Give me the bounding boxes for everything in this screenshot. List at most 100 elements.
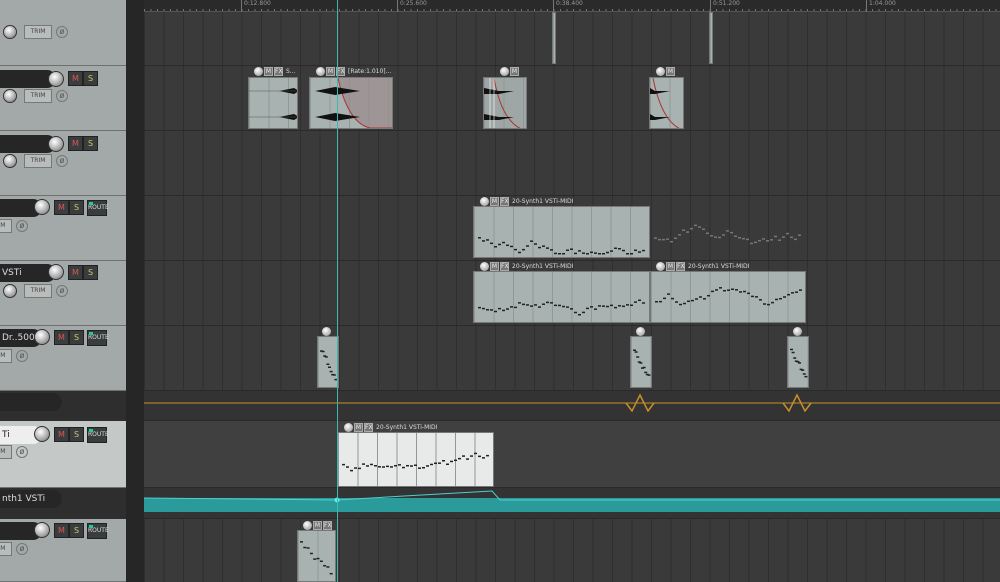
track-panel[interactable]: TRIM ø (0, 0, 126, 66)
volume-knob[interactable] (48, 71, 64, 87)
track-panel[interactable]: M S TRIM ø (0, 131, 126, 196)
mute-button[interactable]: M (68, 136, 83, 151)
mute-button[interactable]: M (54, 427, 69, 442)
midi-item[interactable] (630, 336, 652, 388)
audio-item[interactable] (248, 77, 298, 129)
mute-button[interactable]: M (68, 71, 83, 86)
envelope-panel[interactable]: nth1 VSTi (0, 488, 126, 519)
mute-button[interactable]: M (54, 330, 69, 345)
item-mute-button[interactable]: M (264, 66, 273, 76)
phase-invert-icon[interactable]: ø (56, 155, 68, 167)
midi-item[interactable] (650, 271, 806, 323)
item-volume-knob[interactable] (500, 66, 509, 76)
route-button[interactable]: ROUTE (87, 200, 109, 216)
envelope-name[interactable] (0, 393, 62, 411)
phase-invert-icon[interactable]: ø (16, 446, 28, 458)
trim-button[interactable]: TRIM (0, 542, 12, 556)
mute-button[interactable]: M (54, 523, 69, 538)
audio-item[interactable] (483, 77, 527, 129)
midi-item[interactable] (787, 336, 809, 388)
volume-envelope[interactable] (144, 391, 1000, 421)
trim-button[interactable]: TRIM (0, 219, 12, 233)
trim-button[interactable]: TRIM (24, 25, 52, 39)
midi-item[interactable] (317, 336, 339, 388)
phase-invert-icon[interactable]: ø (16, 220, 28, 232)
midi-item[interactable] (297, 530, 336, 582)
trim-button[interactable]: TRIM (0, 349, 12, 363)
phase-invert-icon[interactable]: ø (56, 90, 68, 102)
pan-knob[interactable] (3, 89, 17, 103)
phase-invert-icon[interactable]: ø (56, 285, 68, 297)
item-volume-knob[interactable] (480, 196, 489, 206)
volume-knob[interactable] (48, 136, 64, 152)
item-fx-button[interactable]: FX (274, 66, 283, 76)
trim-button[interactable]: TRIM (24, 154, 52, 168)
item-volume-knob[interactable] (656, 66, 665, 76)
solo-button[interactable]: S (69, 427, 84, 442)
item-mute-button[interactable]: M (326, 66, 335, 76)
mute-button[interactable]: M (68, 265, 83, 280)
item-mute-button[interactable]: M (490, 196, 499, 206)
solo-button[interactable]: S (69, 330, 84, 345)
audio-item[interactable] (649, 77, 684, 129)
route-button[interactable]: ROUTE (87, 523, 109, 539)
solo-button[interactable]: S (83, 71, 98, 86)
volume-knob[interactable] (48, 264, 64, 280)
midi-item-selected[interactable] (337, 432, 494, 487)
item-volume-knob[interactable] (656, 261, 665, 271)
item-volume-knob[interactable] (344, 422, 353, 432)
midi-item[interactable] (473, 271, 650, 323)
trim-button[interactable]: TRIM (24, 284, 52, 298)
pitch-envelope[interactable] (144, 488, 1000, 519)
media-item[interactable] (552, 12, 556, 64)
volume-knob[interactable] (34, 199, 50, 215)
solo-button[interactable]: S (83, 265, 98, 280)
item-volume-knob[interactable] (322, 326, 331, 336)
solo-button[interactable]: S (69, 200, 84, 215)
item-volume-knob[interactable] (636, 326, 645, 336)
mute-button[interactable]: M (54, 200, 69, 215)
item-fx-button[interactable]: FX (500, 196, 509, 206)
item-fx-button[interactable]: FX (676, 261, 685, 271)
trim-button[interactable]: TRIM (24, 89, 52, 103)
solo-button[interactable]: S (83, 136, 98, 151)
pan-knob[interactable] (3, 25, 17, 39)
item-mute-button[interactable]: M (666, 66, 675, 76)
playhead-cursor[interactable] (337, 0, 338, 582)
item-volume-knob[interactable] (793, 326, 802, 336)
track-panel-selected[interactable]: Ti M S ROUTE TRIM ø (0, 421, 126, 488)
trim-button[interactable]: TRIM (0, 445, 12, 459)
item-volume-knob[interactable] (254, 66, 263, 76)
solo-button[interactable]: S (69, 523, 84, 538)
volume-knob[interactable] (34, 522, 50, 538)
item-fx-button[interactable]: FX (323, 520, 332, 530)
phase-invert-icon[interactable]: ø (56, 26, 68, 38)
audio-item[interactable] (309, 77, 393, 129)
media-item[interactable] (709, 12, 713, 64)
item-volume-knob[interactable] (480, 261, 489, 271)
track-panel[interactable]: VSTi M S TRIM ø (0, 261, 126, 326)
item-volume-knob[interactable] (303, 520, 312, 530)
envelope-name[interactable]: nth1 VSTi (0, 490, 62, 508)
phase-invert-icon[interactable]: ø (16, 543, 28, 555)
item-mute-button[interactable]: M (354, 422, 363, 432)
track-panel[interactable]: M S ROUTE TRIM ø (0, 196, 126, 261)
timeline-ruler[interactable]: 0:12.800 0:25.600 0:38.400 0:51.200 1:04… (144, 0, 1000, 12)
phase-invert-icon[interactable]: ø (16, 350, 28, 362)
midi-item[interactable] (473, 206, 650, 258)
track-panel[interactable]: M S ROUTE TRIM ø (0, 519, 126, 582)
pan-knob[interactable] (3, 154, 17, 168)
pan-knob[interactable] (3, 284, 17, 298)
item-volume-knob[interactable] (316, 66, 325, 76)
item-mute-button[interactable]: M (490, 261, 499, 271)
envelope-panel[interactable] (0, 391, 126, 421)
volume-knob[interactable] (34, 329, 50, 345)
item-mute-button[interactable]: M (510, 66, 519, 76)
item-fx-button[interactable]: FX (500, 261, 509, 271)
route-button[interactable]: ROUTE (87, 330, 109, 346)
item-fx-button[interactable]: FX (364, 422, 373, 432)
item-mute-button[interactable]: M (313, 520, 322, 530)
route-button[interactable]: ROUTE (87, 427, 109, 443)
volume-knob[interactable] (34, 426, 50, 442)
track-panel[interactable]: Dr..5000 M S ROUTE TRIM ø (0, 326, 126, 391)
